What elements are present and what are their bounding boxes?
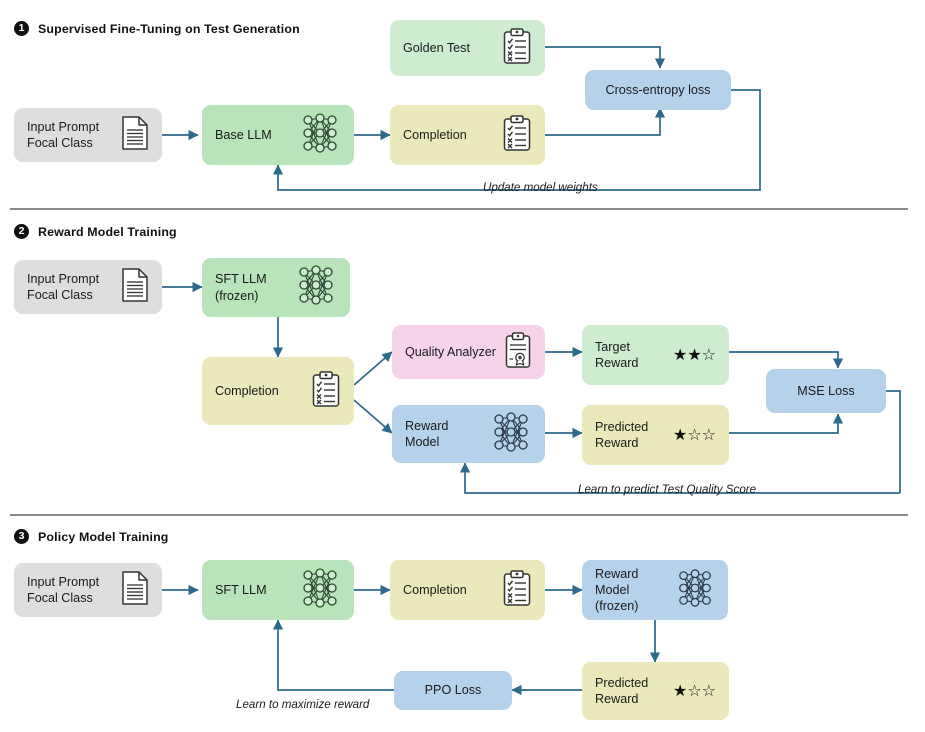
caption-update-model-weights-wrap: Update model weights bbox=[483, 178, 598, 196]
node-completion-2[interactable]: Completion bbox=[202, 357, 354, 425]
node-label: Completion bbox=[215, 383, 279, 398]
node-label: SFT LLM bbox=[215, 582, 267, 597]
node-label: Predicted Reward bbox=[595, 419, 649, 450]
node-label: Golden Test bbox=[403, 40, 470, 55]
node-input-prompt-3[interactable]: Input Prompt Focal Class bbox=[14, 563, 162, 617]
node-mse-loss[interactable]: MSE Loss bbox=[766, 369, 886, 413]
node-label: SFT LLM (frozen) bbox=[215, 272, 267, 303]
node-completion-1[interactable]: Completion bbox=[390, 105, 545, 165]
node-cross-entropy-loss[interactable]: Cross-entropy loss bbox=[585, 70, 731, 110]
node-sft-llm-frozen-2[interactable]: SFT LLM (frozen) bbox=[202, 258, 350, 317]
caption-learn-to-predict: Learn to predict Test Quality Score bbox=[578, 483, 757, 496]
node-quality-analyzer[interactable]: Quality Analyzer bbox=[392, 325, 545, 379]
caption-learn-predict-wrap: Learn to predict Test Quality Score bbox=[578, 480, 756, 498]
clipboard-checklist-icon bbox=[311, 370, 341, 413]
predicted-reward-stars: ★☆☆ bbox=[672, 425, 716, 444]
clipboard-checklist-icon bbox=[502, 27, 532, 70]
node-label: Completion bbox=[403, 127, 467, 142]
clipboard-award-icon bbox=[504, 331, 532, 374]
section-number-1: 1 bbox=[14, 21, 29, 36]
section-title-1: Supervised Fine-Tuning on Test Generatio… bbox=[38, 21, 300, 36]
neural-network-icon bbox=[675, 566, 715, 615]
section-title-3: Policy Model Training bbox=[38, 529, 169, 544]
node-label: Input Prompt Focal Class bbox=[27, 574, 100, 605]
document-icon bbox=[121, 115, 149, 155]
neural-network-icon bbox=[295, 263, 337, 312]
node-label: Reward Model (frozen) bbox=[595, 566, 639, 614]
node-reward-model-2[interactable]: Reward Model bbox=[392, 405, 545, 463]
node-label: Target Reward bbox=[595, 339, 639, 370]
section-header-3: 3 Policy Model Training bbox=[14, 529, 169, 544]
node-reward-model-frozen-3[interactable]: Reward Model (frozen) bbox=[582, 560, 728, 620]
section-divider-1 bbox=[10, 208, 908, 210]
caption-update-model-weights: Update model weights bbox=[483, 181, 598, 194]
node-input-prompt-2[interactable]: Input Prompt Focal Class bbox=[14, 260, 162, 314]
caption-learn-maximize-wrap: Learn to maximize reward bbox=[236, 695, 369, 713]
document-icon bbox=[121, 267, 149, 307]
clipboard-checklist-icon bbox=[502, 569, 532, 612]
node-predicted-reward-3[interactable]: Predicted Reward ★☆☆ bbox=[582, 662, 729, 720]
node-label: Input Prompt Focal Class bbox=[27, 119, 100, 150]
node-label: MSE Loss bbox=[797, 383, 855, 398]
node-golden-test[interactable]: Golden Test bbox=[390, 20, 545, 76]
section-number-2: 2 bbox=[14, 224, 29, 239]
node-label: PPO Loss bbox=[424, 683, 482, 698]
target-reward-stars: ★★☆ bbox=[672, 345, 716, 364]
node-label: Quality Analyzer bbox=[405, 344, 496, 359]
node-base-llm[interactable]: Base LLM bbox=[202, 105, 354, 165]
node-label: Cross-entropy loss bbox=[605, 82, 711, 97]
node-ppo-loss[interactable]: PPO Loss bbox=[394, 671, 512, 710]
predicted-reward-stars-3: ★☆☆ bbox=[672, 681, 716, 700]
section-title-2: Reward Model Training bbox=[38, 224, 177, 239]
diagram-canvas: 1 Supervised Fine-Tuning on Test Generat… bbox=[0, 0, 925, 732]
neural-network-icon bbox=[299, 566, 341, 615]
neural-network-icon bbox=[299, 111, 341, 160]
node-target-reward[interactable]: Target Reward ★★☆ bbox=[582, 325, 729, 385]
section-number-3: 3 bbox=[14, 529, 29, 544]
section-header-2: 2 Reward Model Training bbox=[14, 224, 177, 239]
neural-network-icon bbox=[490, 410, 532, 459]
node-label: Input Prompt Focal Class bbox=[27, 271, 100, 302]
node-label: Base LLM bbox=[215, 127, 272, 142]
section-header-1: 1 Supervised Fine-Tuning on Test Generat… bbox=[14, 21, 300, 36]
node-predicted-reward-2[interactable]: Predicted Reward ★☆☆ bbox=[582, 405, 729, 465]
node-completion-3[interactable]: Completion bbox=[390, 560, 545, 620]
node-input-prompt-1[interactable]: Input Prompt Focal Class bbox=[14, 108, 162, 162]
document-icon bbox=[121, 570, 149, 610]
node-label: Reward Model bbox=[405, 418, 449, 449]
section-divider-2 bbox=[10, 514, 908, 516]
node-sft-llm-3[interactable]: SFT LLM bbox=[202, 560, 354, 620]
clipboard-checklist-icon bbox=[502, 114, 532, 157]
caption-learn-to-maximize-reward: Learn to maximize reward bbox=[236, 698, 370, 711]
node-label: Predicted Reward bbox=[595, 675, 649, 706]
node-label: Completion bbox=[403, 582, 467, 597]
